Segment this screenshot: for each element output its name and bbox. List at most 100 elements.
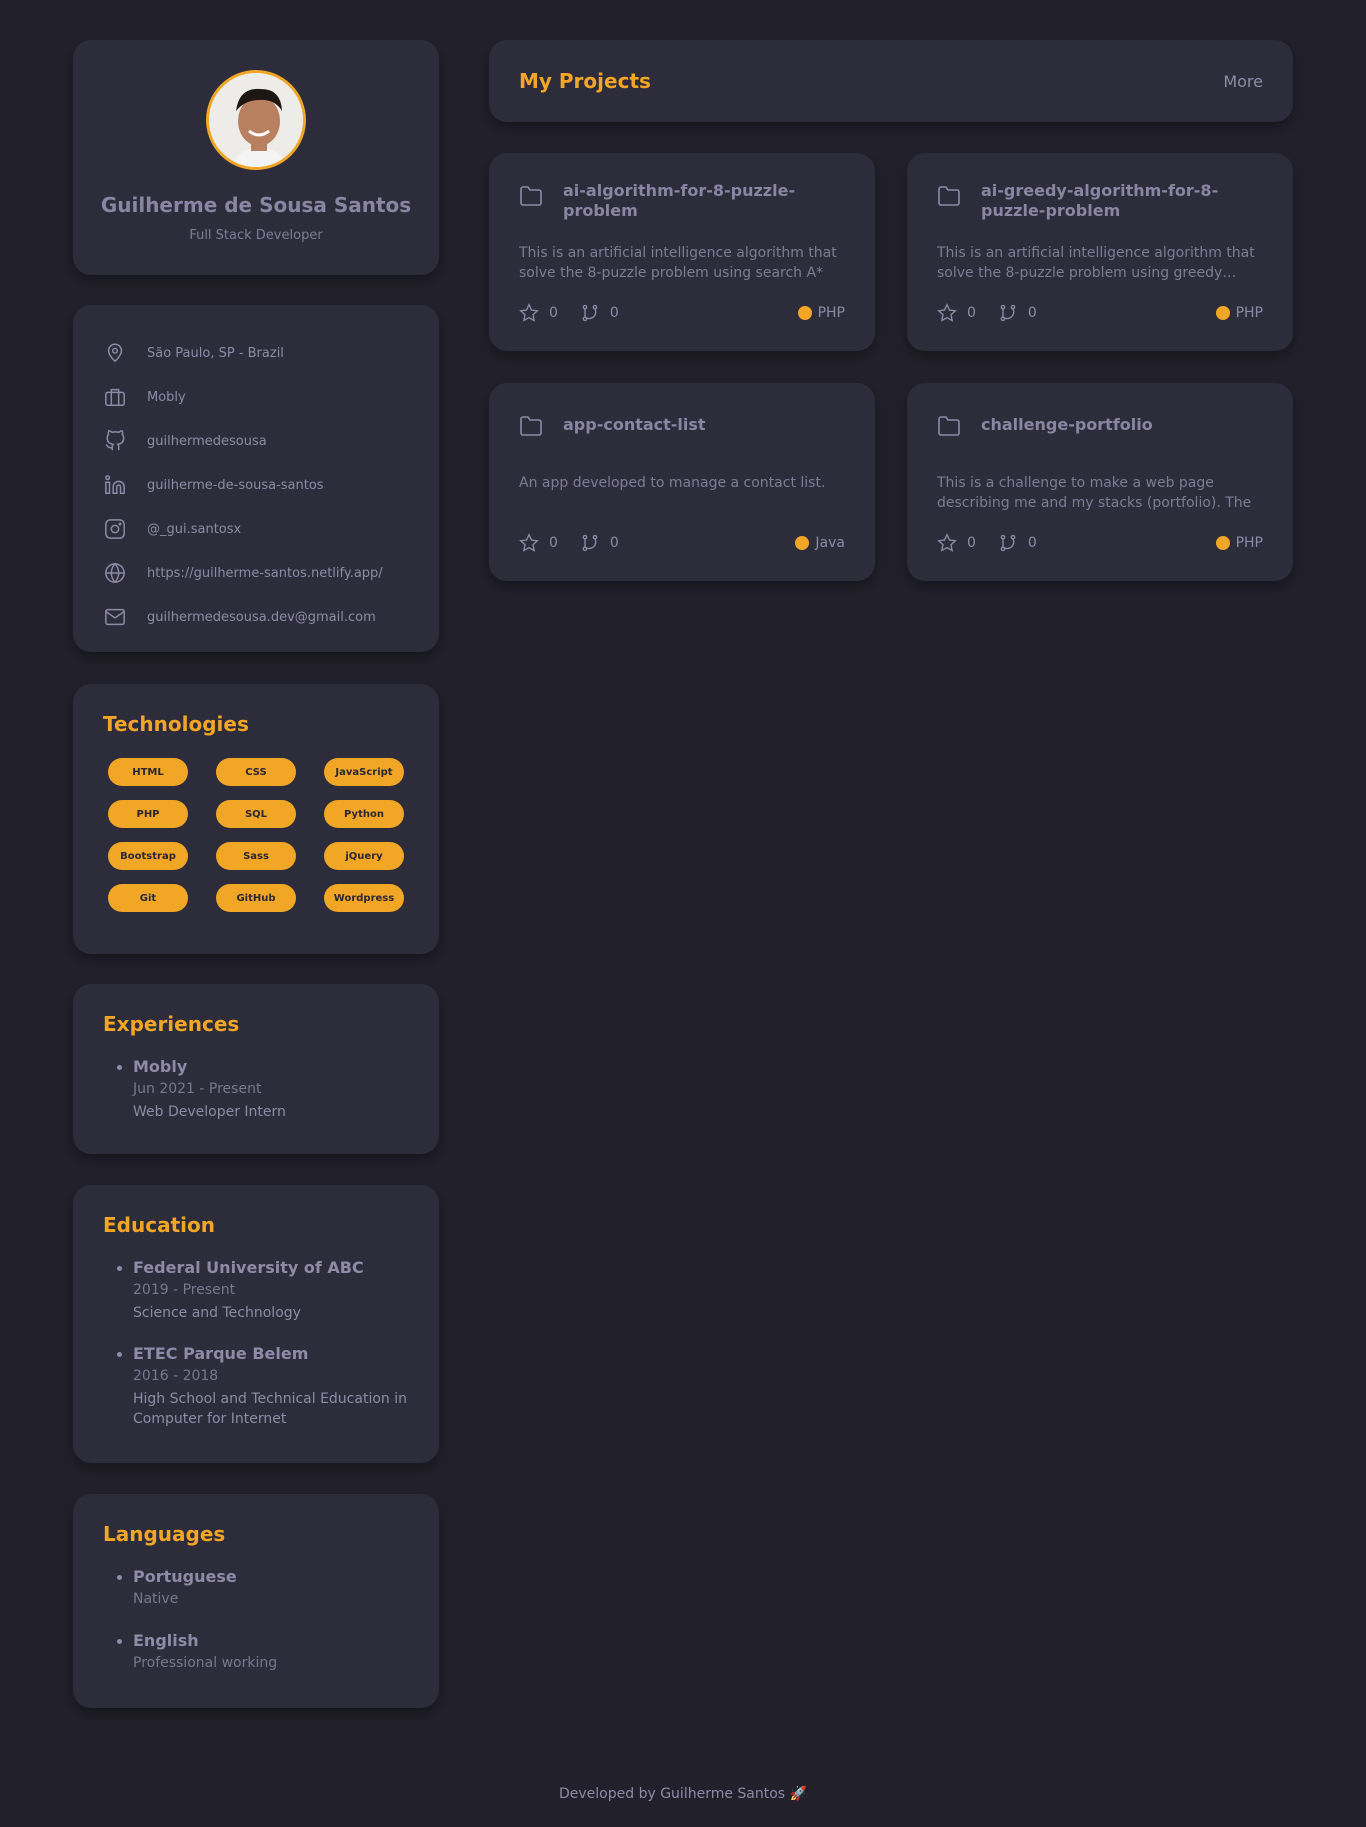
info-linkedin[interactable]: guilherme-de-sousa-santos <box>103 463 409 507</box>
folder-icon <box>937 185 961 209</box>
project-description: This is a challenge to make a web page d… <box>937 475 1252 511</box>
instagram-icon <box>103 517 127 541</box>
forks-count: 0 <box>1027 535 1037 551</box>
language-label: Java <box>815 535 845 551</box>
list-item: ETEC Parque Belem 2016 - 2018 High Schoo… <box>103 1343 409 1429</box>
info-instagram[interactable]: @_gui.santosx <box>103 507 409 551</box>
tech-tag: PHP <box>108 800 188 828</box>
language-dot <box>1215 306 1230 320</box>
info-location: São Paulo, SP - Brazil <box>103 331 409 375</box>
tech-tag: Git <box>108 884 188 912</box>
technologies-title: Technologies <box>103 712 249 736</box>
language-label: PHP <box>1235 535 1263 551</box>
education-course: High School and Technical Education in C… <box>133 1391 407 1427</box>
language-dot <box>795 536 810 550</box>
experiences-list: Mobly Jun 2021 - Present Web Developer I… <box>103 1056 409 1122</box>
language-dot <box>1215 536 1230 550</box>
experiences-card: Experiences Mobly Jun 2021 - Present Web… <box>73 984 439 1154</box>
language-label: PHP <box>817 305 845 321</box>
tech-tag: Wordpress <box>324 884 404 912</box>
project-header: ai-greedy-algorithm-for-8-puzzle-problem <box>937 181 1263 225</box>
education-title: Education <box>103 1213 215 1237</box>
forks-count: 0 <box>609 535 619 551</box>
education-list: Federal University of ABC 2019 - Present… <box>103 1257 409 1429</box>
technologies-card: Technologies HTML CSS JavaScript PHP SQL… <box>73 684 439 954</box>
project-card[interactable]: challenge-portfolio This is a challenge … <box>907 383 1293 581</box>
tech-tag: Bootstrap <box>108 842 188 870</box>
email-link[interactable]: guilhermedesousa.dev@gmail.com <box>147 610 376 625</box>
language-level: Professional working <box>133 1655 278 1671</box>
project-forks: 0 <box>998 533 1037 553</box>
project-language: PHP <box>797 305 845 321</box>
tech-tag: CSS <box>216 758 296 786</box>
tech-tag: GitHub <box>216 884 296 912</box>
project-card[interactable]: app-contact-list An app developed to man… <box>489 383 875 581</box>
project-header: challenge-portfolio <box>937 411 1263 455</box>
language-level: Native <box>133 1591 179 1607</box>
profile-card: Guilherme de Sousa Santos Full Stack Dev… <box>73 40 439 275</box>
project-header: ai-algorithm-for-8-puzzle-problem <box>519 181 845 225</box>
list-item: Portuguese Native <box>103 1566 409 1610</box>
linkedin-icon <box>103 473 127 497</box>
map-pin-icon <box>103 341 127 365</box>
forks-count: 0 <box>1027 305 1037 321</box>
languages-card: Languages Portuguese Native English Prof… <box>73 1494 439 1708</box>
folder-icon <box>519 185 543 209</box>
globe-icon <box>103 561 127 585</box>
education-card: Education Federal University of ABC 2019… <box>73 1185 439 1463</box>
project-card[interactable]: ai-algorithm-for-8-puzzle-problem This i… <box>489 153 875 351</box>
education-school: ETEC Parque Belem <box>133 1344 309 1363</box>
project-footer: 0 0 PHP <box>519 303 845 323</box>
project-card[interactable]: ai-greedy-algorithm-for-8-puzzle-problem… <box>907 153 1293 351</box>
fork-icon <box>582 534 598 552</box>
website-link[interactable]: https://guilherme-santos.netlify.app/ <box>147 566 383 581</box>
project-forks: 0 <box>580 303 619 323</box>
stars-count: 0 <box>967 535 976 551</box>
project-language: PHP <box>1215 535 1263 551</box>
star-icon <box>519 303 539 322</box>
project-header: app-contact-list <box>519 411 845 455</box>
info-company: Mobly <box>103 375 409 419</box>
technologies-list: HTML CSS JavaScript PHP SQL Python Boots… <box>103 758 409 912</box>
education-course: Science and Technology <box>133 1305 301 1321</box>
list-item: Federal University of ABC 2019 - Present… <box>103 1257 409 1323</box>
project-name[interactable]: ai-algorithm-for-8-puzzle-problem <box>563 181 845 221</box>
stars-count: 0 <box>967 305 976 321</box>
contact-info-card: São Paulo, SP - Brazil Mobly guilhermede… <box>73 305 439 652</box>
briefcase-icon <box>103 385 127 409</box>
more-link[interactable]: More <box>1223 72 1263 91</box>
language-label: PHP <box>1235 305 1263 321</box>
info-email[interactable]: guilhermedesousa.dev@gmail.com <box>103 595 409 639</box>
experience-company: Mobly <box>133 1057 188 1076</box>
education-school: Federal University of ABC <box>133 1258 364 1277</box>
instagram-link[interactable]: @_gui.santosx <box>147 522 241 537</box>
project-name[interactable]: ai-greedy-algorithm-for-8-puzzle-problem <box>981 181 1263 221</box>
language-name: Portuguese <box>133 1567 237 1586</box>
forks-count: 0 <box>609 305 619 321</box>
project-forks: 0 <box>580 533 619 553</box>
projects-title: My Projects <box>519 69 651 93</box>
folder-icon <box>937 415 961 439</box>
project-stars: 0 <box>519 533 558 553</box>
star-icon <box>519 533 539 552</box>
education-period: 2019 - Present <box>133 1282 236 1298</box>
experience-period: Jun 2021 - Present <box>133 1081 262 1097</box>
project-footer: 0 0 PHP <box>937 533 1263 553</box>
avatar <box>206 70 306 170</box>
tech-tag: HTML <box>108 758 188 786</box>
stars-count: 0 <box>549 535 558 551</box>
info-website[interactable]: https://guilherme-santos.netlify.app/ <box>103 551 409 595</box>
page-footer: Developed by Guilherme Santos 🚀 <box>559 1786 807 1802</box>
project-stars: 0 <box>937 533 976 553</box>
profile-role: Full Stack Developer <box>189 228 323 243</box>
project-name[interactable]: challenge-portfolio <box>981 415 1153 435</box>
languages-list: Portuguese Native English Professional w… <box>103 1566 409 1674</box>
info-github[interactable]: guilhermedesousa <box>103 419 409 463</box>
tech-tag: JavaScript <box>324 758 404 786</box>
list-item: English Professional working <box>103 1630 409 1674</box>
avatar-image <box>209 73 303 167</box>
experiences-title: Experiences <box>103 1012 240 1036</box>
linkedin-link[interactable]: guilherme-de-sousa-santos <box>147 478 324 493</box>
github-link[interactable]: guilhermedesousa <box>147 434 267 449</box>
project-name[interactable]: app-contact-list <box>563 415 706 435</box>
